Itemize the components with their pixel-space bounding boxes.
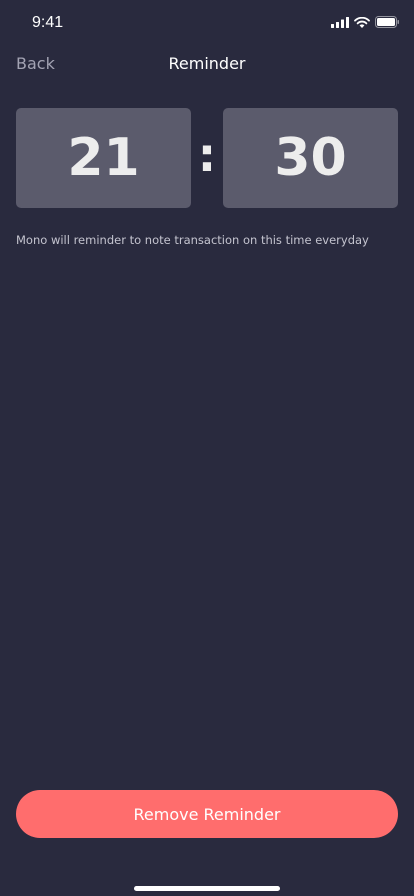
wifi-icon bbox=[354, 16, 370, 28]
status-icons bbox=[331, 16, 400, 28]
status-bar: 9:41 bbox=[0, 0, 414, 44]
page-title: Reminder bbox=[168, 54, 246, 73]
cellular-signal-icon bbox=[331, 16, 349, 28]
nav-bar: Back Reminder bbox=[0, 44, 414, 88]
time-separator: : bbox=[197, 128, 217, 182]
reminder-hint: Mono will reminder to note transaction o… bbox=[16, 233, 369, 247]
home-indicator bbox=[134, 886, 280, 891]
status-time: 9:41 bbox=[32, 14, 64, 31]
battery-icon bbox=[375, 16, 399, 28]
hour-picker[interactable]: 21 bbox=[16, 108, 191, 208]
minute-picker[interactable]: 30 bbox=[223, 108, 398, 208]
remove-reminder-button[interactable]: Remove Reminder bbox=[16, 790, 398, 838]
